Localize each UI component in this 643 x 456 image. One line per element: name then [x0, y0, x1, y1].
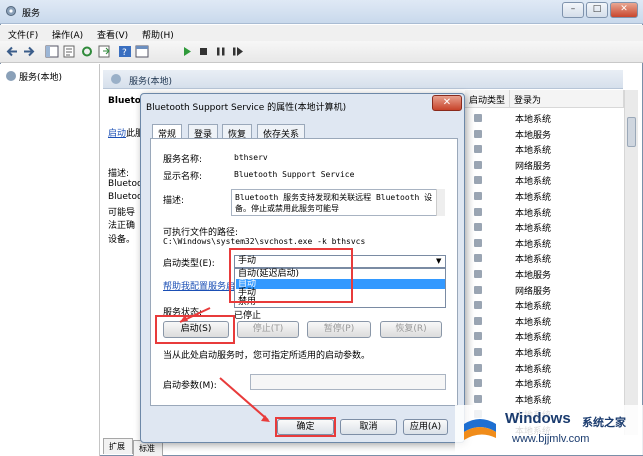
watermark-brand: Windows [505, 410, 571, 427]
windows-logo-icon [464, 419, 496, 440]
watermark-url: www.bjjmlv.com [512, 433, 590, 445]
watermark-cn: 系统之家 [582, 416, 626, 429]
arrow-to-ok [219, 377, 269, 421]
annotation-arrows [179, 307, 270, 422]
